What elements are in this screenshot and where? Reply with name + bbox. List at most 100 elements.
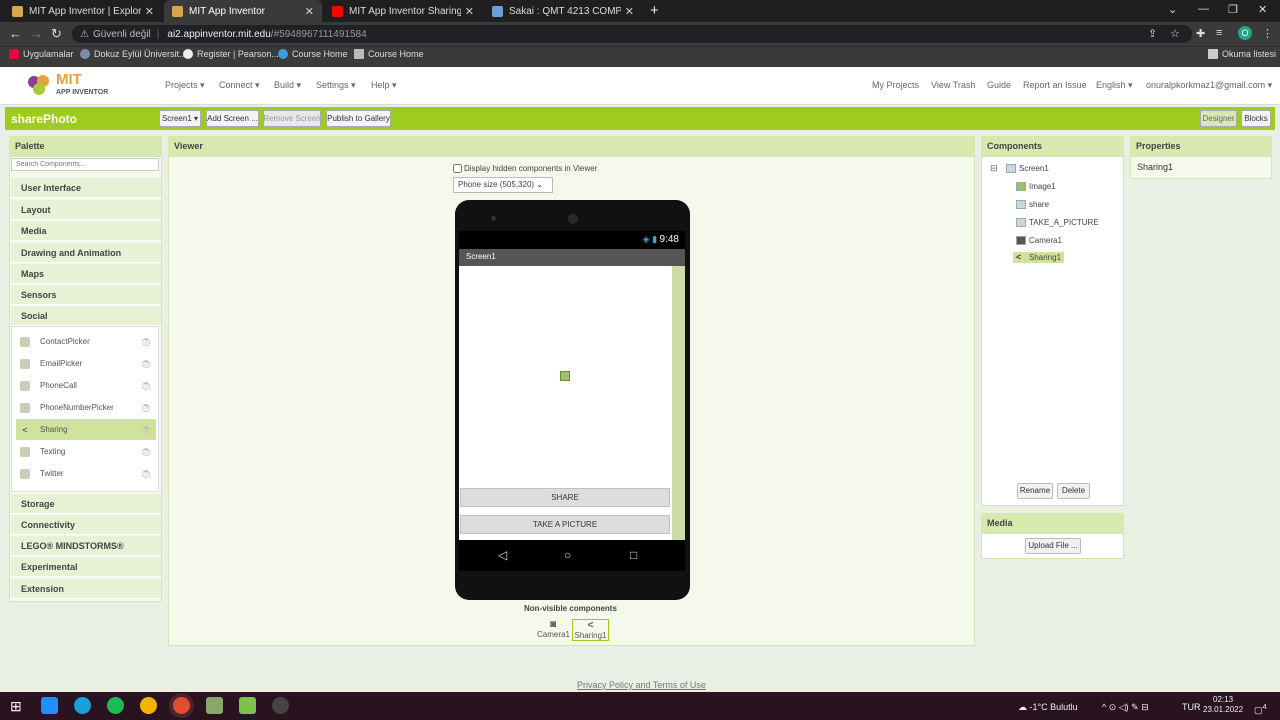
blocks-button[interactable]: Blocks [1241, 110, 1271, 127]
palette-item-phonenumberpicker[interactable]: PhoneNumberPicker? [16, 397, 156, 418]
task-view-icon[interactable] [41, 697, 58, 714]
reading-mode-icon[interactable]: ≡ [1216, 27, 1222, 39]
palette-category[interactable]: Connectivity [11, 515, 161, 535]
tray-icons[interactable]: ^ ⊙ ◁) ✎ ⊟ [1102, 702, 1149, 713]
upload-file-button[interactable]: Upload File ... [1025, 538, 1081, 554]
menu-help[interactable]: Help ▾ [371, 80, 397, 91]
link-my-projects[interactable]: My Projects [872, 80, 919, 90]
palette-category[interactable]: Extension [11, 579, 161, 599]
minimize-icon[interactable]: — [1198, 3, 1209, 15]
nonvisible-camera1[interactable]: ◙ Camera1 [537, 619, 570, 639]
menu-connect[interactable]: Connect ▾ [219, 80, 260, 91]
extensions-icon[interactable]: ✚ [1196, 27, 1205, 40]
clock[interactable]: 02:13 23.01.2022 [1203, 695, 1243, 715]
help-icon[interactable]: ? [142, 447, 150, 456]
restore-icon[interactable]: ❐ [1228, 3, 1238, 16]
palette-item-sharing[interactable]: < Sharing? [16, 419, 156, 440]
menu-projects[interactable]: Projects ▾ [165, 80, 205, 91]
delete-button[interactable]: Delete [1057, 483, 1090, 499]
help-icon[interactable]: ? [142, 403, 150, 412]
profile-avatar[interactable]: O [1238, 26, 1252, 40]
link-guide[interactable]: Guide [987, 80, 1011, 90]
browser-tab[interactable]: MIT App Inventor | Explore MIT A ✕ [4, 0, 162, 22]
input-language[interactable]: TUR [1182, 702, 1201, 712]
help-icon[interactable]: ? [142, 469, 150, 478]
app-inventor-logo[interactable]: MIT APP INVENTOR [26, 70, 116, 100]
bookmark-item[interactable]: Register | Pearson... [183, 49, 279, 59]
tab-search-icon[interactable]: ⌄ [1168, 3, 1177, 16]
bookmark-star-icon[interactable]: ☆ [1170, 27, 1180, 40]
image-placeholder-icon[interactable] [560, 371, 570, 381]
weather[interactable]: ☁ -1°C Bulutlu [1018, 702, 1078, 713]
help-icon[interactable]: ? [142, 359, 150, 368]
link-view-trash[interactable]: View Trash [931, 80, 975, 90]
designer-button[interactable]: Designer [1200, 110, 1237, 127]
chrome-icon[interactable] [140, 697, 157, 714]
notification-icon[interactable]: ▢4 [1254, 702, 1267, 716]
take-picture-button[interactable]: TAKE A PICTURE [460, 515, 670, 534]
bookmark-apps[interactable]: Uygulamalar [9, 49, 74, 59]
privacy-link[interactable]: Privacy Policy and Terms of Use [577, 680, 706, 690]
share-button[interactable]: SHARE [460, 488, 670, 507]
remove-screen-button[interactable]: Remove Screen [263, 110, 321, 127]
display-hidden-checkbox[interactable]: Display hidden components in Viewer [453, 164, 597, 173]
android-icon[interactable] [239, 697, 256, 714]
palette-category[interactable]: Drawing and Animation [11, 243, 161, 263]
palette-category[interactable]: Layout [11, 200, 161, 220]
palette-item-contactpicker[interactable]: ContactPicker? [16, 331, 156, 352]
bookmark-item[interactable]: Dokuz Eylül Üniversit... [80, 49, 187, 59]
link-report-issue[interactable]: Report an Issue [1023, 80, 1087, 90]
palette-category-social[interactable]: Social [11, 306, 161, 326]
back-icon[interactable]: ← [9, 26, 22, 41]
edge-icon[interactable] [74, 697, 91, 714]
palette-item-phonecall[interactable]: PhoneCall? [16, 375, 156, 396]
screen-select[interactable]: Screen1 ▾ [159, 110, 201, 127]
close-icon[interactable]: ✕ [465, 5, 474, 18]
obs-icon[interactable] [272, 697, 289, 714]
menu-settings[interactable]: Settings ▾ [316, 80, 356, 91]
tree-screen1[interactable]: Screen1 [1006, 164, 1049, 173]
browser-tab[interactable]: Sakai : QMT 4213 COMPUTER AP ✕ [484, 0, 642, 22]
tree-take-a-picture[interactable]: TAKE_A_PICTURE [1016, 218, 1099, 227]
tree-camera1[interactable]: Camera1 [1016, 236, 1062, 245]
help-icon[interactable]: ? [142, 337, 150, 346]
bookmark-item[interactable]: Course Home [354, 49, 424, 59]
rename-button[interactable]: Rename [1017, 483, 1053, 499]
palette-category[interactable]: Sensors [11, 285, 161, 305]
app-icon[interactable] [206, 697, 223, 714]
chrome-active-icon[interactable] [173, 697, 190, 714]
publish-gallery-button[interactable]: Publish to Gallery [326, 110, 391, 127]
palette-category[interactable]: Media [11, 221, 161, 241]
phone-size-select[interactable]: Phone size (505,320) ⌄ [453, 177, 553, 193]
window-close-icon[interactable]: ✕ [1258, 3, 1267, 16]
account-menu[interactable]: onuralpkorkmaz1@gmail.com ▾ [1146, 80, 1272, 91]
palette-category[interactable]: Storage [11, 494, 161, 514]
collapse-icon[interactable]: ⊟ [990, 163, 998, 174]
close-icon[interactable]: ✕ [145, 5, 154, 18]
tree-image1[interactable]: Image1 [1016, 182, 1056, 191]
windows-start-icon[interactable]: ⊞ [10, 698, 22, 715]
close-icon[interactable]: ✕ [305, 5, 314, 18]
language-menu[interactable]: English ▾ [1096, 80, 1133, 91]
menu-build[interactable]: Build ▾ [274, 80, 301, 91]
component-search-input[interactable] [11, 158, 159, 171]
bookmark-item[interactable]: Course Home [278, 49, 348, 59]
palette-item-twitter[interactable]: Twitter? [16, 463, 156, 484]
menu-dots-icon[interactable]: ⋮ [1262, 27, 1273, 40]
palette-category[interactable]: Maps [11, 264, 161, 284]
new-tab-icon[interactable]: + [650, 2, 659, 19]
palette-item-texting[interactable]: Texting? [16, 441, 156, 462]
palette-category[interactable]: LEGO® MINDSTORMS® [11, 536, 161, 556]
nonvisible-sharing1[interactable]: < Sharing1 [572, 619, 609, 641]
checkbox[interactable] [453, 164, 462, 173]
spotify-icon[interactable] [107, 697, 124, 714]
forward-icon[interactable]: → [30, 26, 43, 41]
reload-icon[interactable]: ↻ [51, 26, 62, 42]
palette-category[interactable]: User Interface [11, 178, 161, 198]
close-icon[interactable]: ✕ [625, 5, 634, 18]
help-icon[interactable]: ? [142, 381, 150, 390]
reading-list[interactable]: Okuma listesi [1208, 49, 1276, 59]
url-bar[interactable]: ⚠ Güvenli değil | ai2.appinventor.mit.ed… [72, 25, 1192, 43]
help-icon[interactable]: ? [142, 425, 150, 434]
palette-item-emailpicker[interactable]: EmailPicker? [16, 353, 156, 374]
